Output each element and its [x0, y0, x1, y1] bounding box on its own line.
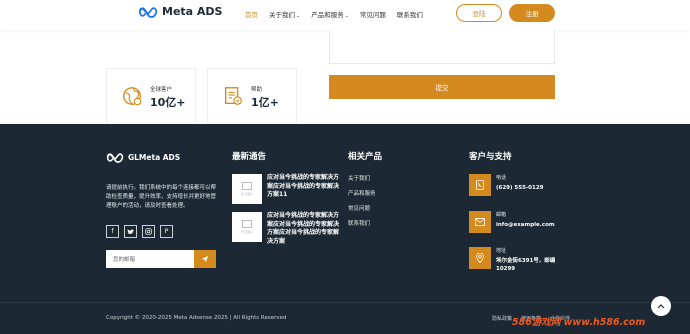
social-links: f P [106, 225, 173, 238]
twitter-icon[interactable] [124, 225, 137, 238]
site-logo[interactable]: Meta ADS [138, 5, 222, 18]
news-title[interactable]: 应对当今挑战的专家解决方案应对当今挑战的专家解决方案11 [267, 174, 339, 204]
location-icon [469, 247, 491, 269]
stat-label: 全球客户 [150, 87, 173, 93]
news-title[interactable]: 应对当今挑战的专家解决方案应对当今挑战的专家解决方案应对当今挑战的专家解决方案 [267, 212, 339, 246]
send-button[interactable] [194, 250, 216, 268]
stat-value: 1亿+ [251, 96, 279, 109]
site-footer: GLMeta ADS 请提前执行。我们系统中的每个连接都可以帮助检查质量，提升效… [0, 124, 690, 334]
footer-link-products[interactable]: 产品和服务 [348, 189, 376, 197]
stat-card-customers: 全球客户 10亿+ [106, 68, 196, 124]
nav-about[interactable]: 关于我们⌄ [269, 9, 300, 19]
footer-link-about[interactable]: 关于我们 [348, 174, 376, 182]
mail-icon [469, 211, 491, 233]
news-item[interactable]: 暂无图片 应对当今挑战的专家解决方案应对当今挑战的专家解决方案11 [232, 174, 339, 204]
stat-label: 帮助 [251, 87, 263, 93]
message-textarea[interactable] [329, 30, 555, 64]
meta-logo-icon [138, 6, 158, 18]
phone-icon [469, 174, 491, 196]
news-thumbnail: 暂无图片 [232, 212, 262, 242]
chevron-down-icon: ⌄ [296, 13, 301, 19]
support-heading: 客户与支持 [469, 152, 512, 162]
news-heading: 最新通告 [232, 152, 267, 162]
copyright: Copyright © 2020-2025 Meta Adsense 2025 … [106, 315, 287, 321]
contact-label: 地址 [496, 248, 507, 254]
contact-value: 埃尔金街6391号，邮编 10299 [496, 258, 556, 272]
nav-products[interactable]: 产品和服务⌄ [311, 9, 349, 19]
instagram-icon[interactable] [142, 225, 155, 238]
facebook-icon[interactable]: f [106, 225, 119, 238]
nav-home[interactable]: 首页 [245, 9, 258, 19]
news-thumbnail: 暂无图片 [232, 174, 262, 204]
submit-button[interactable]: 提交 [329, 75, 555, 99]
chevron-down-icon: ⌄ [344, 13, 349, 19]
stat-card-help: 帮助 1亿+ [207, 68, 297, 124]
products-heading: 相关产品 [348, 152, 383, 162]
main-nav: 首页 关于我们⌄ 产品和服务⌄ 常见问题 联系我们 [245, 9, 423, 19]
news-item[interactable]: 暂无图片 应对当今挑战的专家解决方案应对当今挑战的专家解决方案应对当今挑战的专家… [232, 212, 339, 246]
nav-faq[interactable]: 常见问题 [360, 9, 386, 19]
image-placeholder-icon [242, 220, 252, 228]
footer-description: 请提前执行。我们系统中的每个连接都可以帮助检查质量，提升效率，支持增长并更好地管… [106, 185, 217, 209]
contact-email: 邮箱 info@example.com [469, 211, 572, 233]
image-placeholder-icon [242, 182, 252, 190]
back-to-top-button[interactable] [651, 296, 671, 316]
product-links: 关于我们 产品和服务 常见问题 联系我们 [348, 174, 376, 227]
footer-link-faq[interactable]: 常见问题 [348, 204, 376, 212]
site-header: Meta ADS 首页 关于我们⌄ 产品和服务⌄ 常见问题 联系我们 登陆 注册 [0, 0, 690, 30]
document-icon [224, 87, 242, 105]
login-button[interactable]: 登陆 [456, 4, 502, 22]
privacy-link[interactable]: 隐私政策 [492, 315, 512, 322]
globe-icon [123, 87, 142, 106]
watermark: 586游戏网 www.h586.com [512, 317, 646, 328]
contact-address: 地址 埃尔金街6391号，邮编 10299 [469, 247, 572, 273]
contact-value[interactable]: info@example.com [496, 221, 572, 229]
footer-logo-text: GLMeta ADS [128, 153, 181, 162]
pinterest-icon[interactable]: P [160, 225, 173, 238]
contact-label: 电话 [496, 175, 507, 181]
footer-link-contact[interactable]: 联系我们 [348, 219, 376, 227]
stat-value: 10亿+ [150, 96, 186, 109]
footer-logo[interactable]: GLMeta ADS [106, 152, 180, 163]
meta-logo-icon [106, 153, 124, 163]
contact-phone: 电话 (629) 555-0129 [469, 174, 572, 196]
logo-text: Meta ADS [162, 5, 223, 18]
contact-value[interactable]: (629) 555-0129 [496, 184, 572, 192]
nav-contact[interactable]: 联系我们 [397, 9, 423, 19]
contact-label: 邮箱 [496, 212, 507, 218]
register-button[interactable]: 注册 [509, 4, 555, 22]
email-input[interactable]: 您的邮箱 [106, 250, 194, 268]
chevron-up-icon [657, 304, 665, 309]
footer-divider [0, 302, 690, 303]
send-icon [201, 255, 209, 263]
